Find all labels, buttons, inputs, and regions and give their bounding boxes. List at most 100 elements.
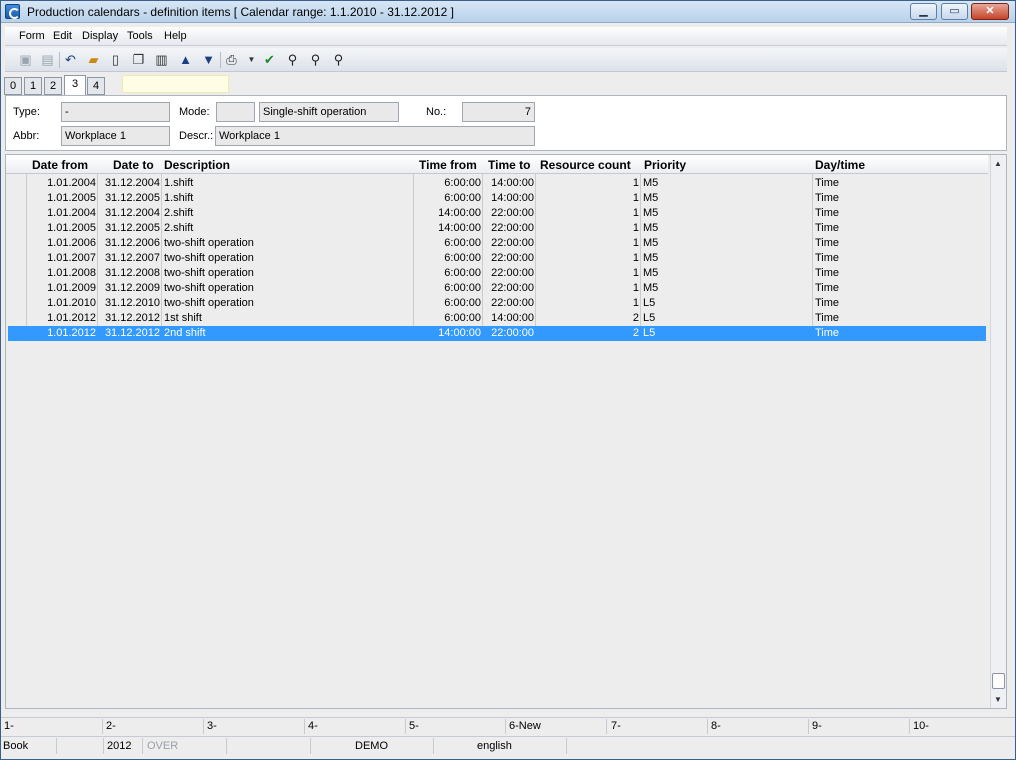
- cell-date-to[interactable]: 31.12.2004: [97, 207, 160, 221]
- cell-time-to[interactable]: 22:00:00: [482, 297, 534, 311]
- cell-date-to[interactable]: 31.12.2009: [97, 282, 160, 296]
- maximize-button[interactable]: ▭: [941, 3, 968, 20]
- cell-time-to[interactable]: 14:00:00: [482, 177, 534, 191]
- cell-time-from[interactable]: 6:00:00: [413, 177, 481, 191]
- descr-field[interactable]: Workplace 1: [215, 126, 535, 146]
- fkey-5[interactable]: 5-: [409, 720, 419, 732]
- cell-day-time[interactable]: Time: [815, 327, 975, 341]
- scroll-thumb[interactable]: [992, 673, 1005, 689]
- cell-priority[interactable]: L5: [643, 312, 808, 326]
- tab-0[interactable]: 0: [4, 77, 22, 95]
- fkey-7[interactable]: 7-: [611, 720, 621, 732]
- cell-description[interactable]: 2.shift: [164, 222, 412, 236]
- cell-date-from[interactable]: 1.01.2009: [26, 282, 96, 296]
- type-field[interactable]: -: [61, 102, 170, 122]
- find-options-icon[interactable]: ⚲: [330, 52, 347, 68]
- cell-date-from[interactable]: 1.01.2004: [26, 207, 96, 221]
- cell-priority[interactable]: M5: [643, 222, 808, 236]
- cell-priority[interactable]: M5: [643, 252, 808, 266]
- cell-resource-count[interactable]: 1: [535, 207, 639, 221]
- cell-description[interactable]: two-shift operation: [164, 297, 412, 311]
- menu-display[interactable]: Display: [82, 30, 118, 42]
- table-row[interactable]: 1.01.2008 31.12.2008 two-shift operation 6:…: [8, 266, 986, 281]
- cell-time-to[interactable]: 22:00:00: [482, 327, 534, 341]
- cell-priority[interactable]: M5: [643, 177, 808, 191]
- open-folder-icon[interactable]: ▰: [85, 52, 102, 68]
- fkey-8[interactable]: 8-: [711, 720, 721, 732]
- cell-date-from[interactable]: 1.01.2007: [26, 252, 96, 266]
- cell-date-to[interactable]: 31.12.2007: [97, 252, 160, 266]
- table-row[interactable]: 1.01.2006 31.12.2006 two-shift operation 6:…: [8, 236, 986, 251]
- cell-time-from[interactable]: 14:00:00: [413, 207, 481, 221]
- cell-resource-count[interactable]: 1: [535, 297, 639, 311]
- cell-date-to[interactable]: 31.12.2006: [97, 237, 160, 251]
- cell-date-to[interactable]: 31.12.2004: [97, 177, 160, 191]
- cell-description[interactable]: 1.shift: [164, 177, 412, 191]
- cell-resource-count[interactable]: 1: [535, 222, 639, 236]
- col-time-from[interactable]: Time from: [419, 158, 477, 172]
- arrow-up-icon[interactable]: ▲: [177, 52, 194, 68]
- cell-time-to[interactable]: 22:00:00: [482, 207, 534, 221]
- cell-date-to[interactable]: 31.12.2008: [97, 267, 160, 281]
- scroll-down-icon[interactable]: ▼: [994, 695, 1002, 704]
- no-field[interactable]: 7: [462, 102, 535, 122]
- cell-resource-count[interactable]: 1: [535, 177, 639, 191]
- cell-time-to[interactable]: 22:00:00: [482, 237, 534, 251]
- cell-time-from[interactable]: 6:00:00: [413, 267, 481, 281]
- cell-description[interactable]: two-shift operation: [164, 252, 412, 266]
- cell-resource-count[interactable]: 1: [535, 252, 639, 266]
- cell-date-from[interactable]: 1.01.2006: [26, 237, 96, 251]
- cell-priority[interactable]: M5: [643, 237, 808, 251]
- cell-time-to[interactable]: 22:00:00: [482, 267, 534, 281]
- vertical-scrollbar[interactable]: ▲ ▼: [990, 155, 1006, 708]
- table-row[interactable]: 1.01.2004 31.12.2004 2.shift 14:00:00 22:00:…: [8, 206, 986, 221]
- cell-priority[interactable]: M5: [643, 207, 808, 221]
- cell-date-to[interactable]: 31.12.2005: [97, 222, 160, 236]
- cell-description[interactable]: 1st shift: [164, 312, 412, 326]
- tab-3[interactable]: 3: [64, 75, 86, 96]
- save-icon[interactable]: ▣: [17, 52, 34, 68]
- cell-time-from[interactable]: 6:00:00: [413, 312, 481, 326]
- cell-day-time[interactable]: Time: [815, 237, 975, 251]
- cell-time-from[interactable]: 6:00:00: [413, 192, 481, 206]
- cell-date-from[interactable]: 1.01.2010: [26, 297, 96, 311]
- tab-2[interactable]: 2: [44, 77, 62, 95]
- col-date-to[interactable]: Date to: [113, 158, 154, 172]
- cell-description[interactable]: 1.shift: [164, 192, 412, 206]
- cell-date-from[interactable]: 1.01.2005: [26, 222, 96, 236]
- cell-resource-count[interactable]: 2: [535, 327, 639, 341]
- col-day-time[interactable]: Day/time: [815, 158, 865, 172]
- fkey-9[interactable]: 9-: [812, 720, 822, 732]
- cell-priority[interactable]: M5: [643, 282, 808, 296]
- fkey-1[interactable]: 1-: [4, 720, 14, 732]
- print-icon[interactable]: ⎙: [223, 52, 240, 68]
- new-document-icon[interactable]: ▯: [107, 52, 124, 68]
- col-date-from[interactable]: Date from: [32, 158, 88, 172]
- fkey-6-new[interactable]: 6-New: [509, 720, 541, 732]
- cell-date-to[interactable]: 31.12.2010: [97, 297, 160, 311]
- col-resource-count[interactable]: Resource count: [540, 158, 631, 172]
- menu-edit[interactable]: Edit: [53, 30, 72, 42]
- mode-code-field[interactable]: [216, 102, 255, 122]
- table-row[interactable]: 1.01.2010 31.12.2010 two-shift operation 6:…: [8, 296, 986, 311]
- col-time-to[interactable]: Time to: [488, 158, 530, 172]
- fkey-4[interactable]: 4-: [308, 720, 318, 732]
- cell-priority[interactable]: M5: [643, 267, 808, 281]
- cell-time-from[interactable]: 6:00:00: [413, 252, 481, 266]
- cell-date-to[interactable]: 31.12.2012: [97, 327, 160, 341]
- table-row[interactable]: 1.01.2012 31.12.2012 2nd shift 14:00:00 22:0…: [8, 326, 986, 341]
- cell-day-time[interactable]: Time: [815, 207, 975, 221]
- menu-tools[interactable]: Tools: [127, 30, 153, 42]
- find-icon[interactable]: ⚲: [284, 52, 301, 68]
- cell-day-time[interactable]: Time: [815, 282, 975, 296]
- find-next-icon[interactable]: ⚲: [307, 52, 324, 68]
- cell-time-from[interactable]: 6:00:00: [413, 297, 481, 311]
- cell-priority[interactable]: M5: [643, 192, 808, 206]
- cell-day-time[interactable]: Time: [815, 312, 975, 326]
- cell-priority[interactable]: L5: [643, 297, 808, 311]
- cell-time-from[interactable]: 6:00:00: [413, 237, 481, 251]
- cell-date-from[interactable]: 1.01.2005: [26, 192, 96, 206]
- cell-day-time[interactable]: Time: [815, 267, 975, 281]
- cell-time-to[interactable]: 14:00:00: [482, 192, 534, 206]
- menu-help[interactable]: Help: [164, 30, 187, 42]
